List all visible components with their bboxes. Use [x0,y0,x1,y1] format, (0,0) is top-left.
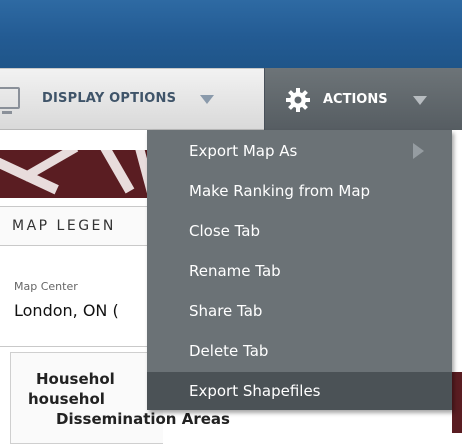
menu-item-label: Close Tab [189,222,261,240]
display-options-label: DISPLAY OPTIONS [42,91,177,106]
chevron-down-icon [200,95,214,104]
legend-title-line: Dissemination Areas [56,410,230,428]
menu-item-rename-tab[interactable]: Rename Tab [147,252,452,290]
map-center-label: Map Center [14,280,78,293]
menu-item-delete-tab[interactable]: Delete Tab [147,332,452,370]
toolbar: DISPLAY OPTIONS ACTIONS [0,68,462,130]
chevron-right-icon [413,143,424,159]
menu-item-export-map-as[interactable]: Export Map As [147,132,452,170]
actions-button[interactable]: ACTIONS [264,68,462,130]
divider [0,346,165,347]
menu-item-label: Export Map As [189,142,298,160]
monitor-icon [0,87,20,114]
map-center-value: London, ON ( [14,301,119,320]
menu-item-label: Export Shapefiles [189,382,321,400]
menu-item-label: Share Tab [189,302,263,320]
menu-item-close-tab[interactable]: Close Tab [147,212,452,250]
menu-item-label: Rename Tab [189,262,281,280]
map-edge [452,372,462,433]
menu-item-make-ranking[interactable]: Make Ranking from Map [147,172,452,210]
actions-menu: Export Map As Make Ranking from Map Clos… [147,130,452,410]
gear-icon [286,88,310,112]
map-legend-header[interactable]: MAP LEGEN [0,206,165,246]
map-thumbnail[interactable] [0,150,165,198]
menu-item-label: Delete Tab [189,342,269,360]
menu-item-export-shapefiles[interactable]: Export Shapefiles [147,372,452,410]
app-header [0,0,462,68]
chevron-down-icon [413,96,427,105]
menu-item-label: Make Ranking from Map [189,182,371,200]
actions-label: ACTIONS [323,92,388,107]
display-options-button[interactable]: DISPLAY OPTIONS [0,69,264,129]
menu-item-share-tab[interactable]: Share Tab [147,292,452,330]
